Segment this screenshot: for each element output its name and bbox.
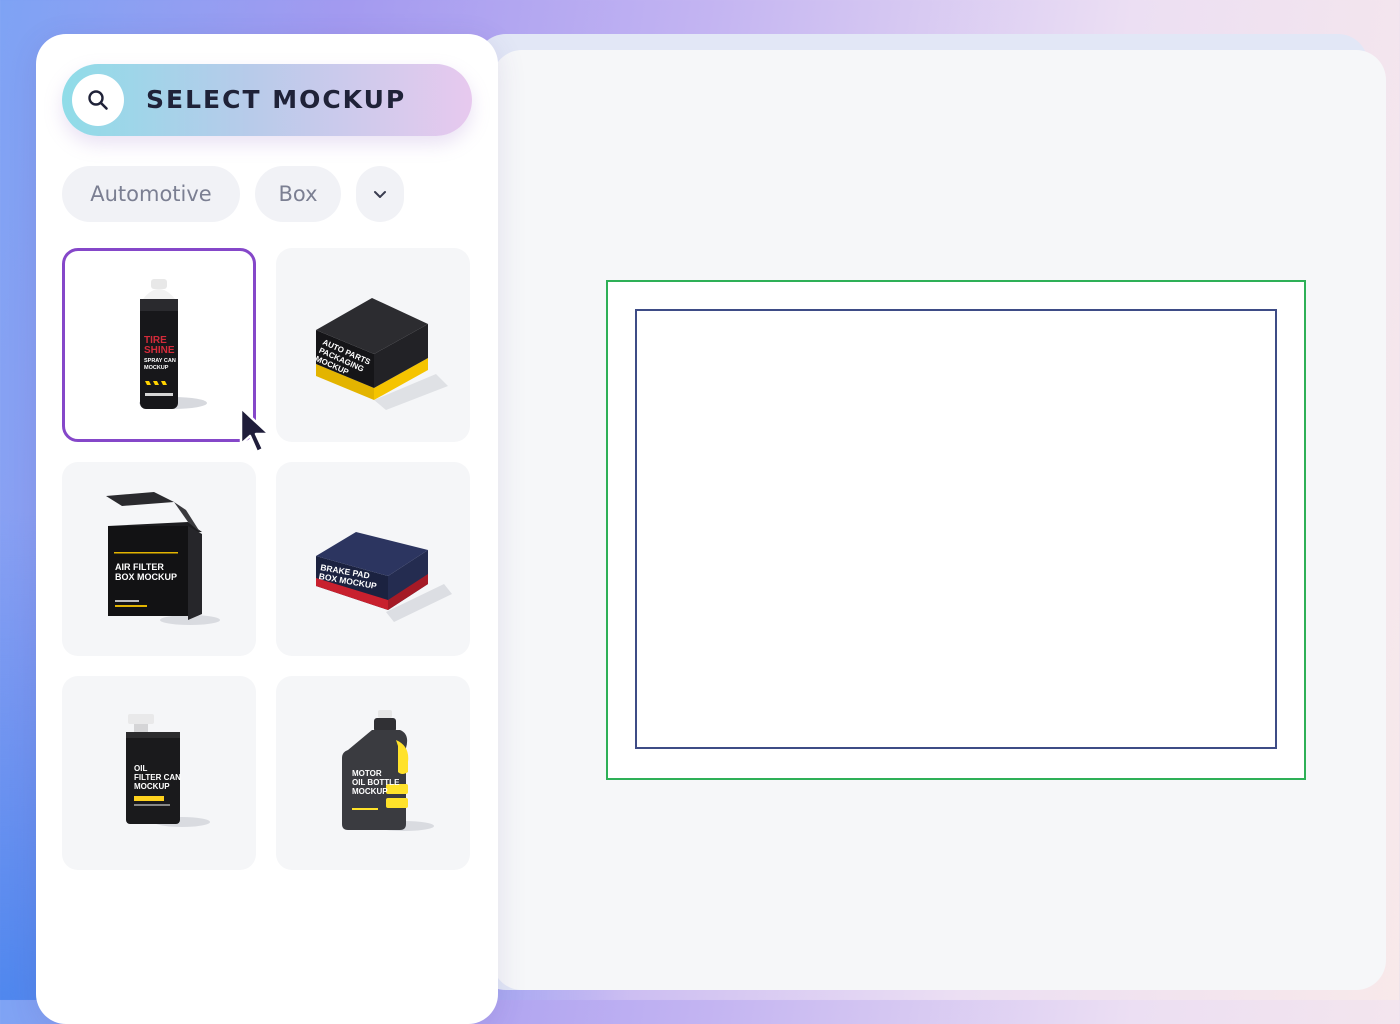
- air-filter-box-line-2: BOX MOCKUP: [115, 572, 177, 582]
- filter-chip-box[interactable]: Box: [255, 166, 341, 222]
- mouse-pointer-icon: [239, 406, 271, 454]
- mockup-tile-air-filter-box[interactable]: AIR FILTER BOX MOCKUP: [62, 462, 256, 656]
- search-icon-circle: [72, 74, 124, 126]
- bleed-frame[interactable]: [606, 280, 1306, 780]
- brake-pad-box-image: BRAKE PAD BOX MOCKUP: [316, 532, 452, 622]
- motor-oil-bottle-line-1: MOTOR: [352, 769, 382, 778]
- motor-oil-bottle-line-2: OIL BOTTLE: [352, 778, 400, 787]
- filter-chip-automotive[interactable]: Automotive: [62, 166, 240, 222]
- select-mockup-label: SELECT MOCKUP: [146, 85, 407, 114]
- mockup-tile-brake-pad-box[interactable]: BRAKE PAD BOX MOCKUP: [276, 462, 470, 656]
- oil-filter-can-line-3: MOCKUP: [134, 782, 170, 791]
- mockup-tile-auto-parts-packaging-box[interactable]: AUTO PARTS PACKAGING MOCKUP: [276, 248, 470, 442]
- mockup-sidebar: SELECT MOCKUP Automotive Box TIRE SHINE …: [36, 34, 498, 1024]
- oil-filter-can-line-2: FILTER CAN: [134, 773, 181, 782]
- motor-oil-bottle-line-3: MOCKUP: [352, 787, 388, 796]
- mockup-tile-oil-filter-can[interactable]: OIL FILTER CAN MOCKUP: [62, 676, 256, 870]
- air-filter-box-line-1: AIR FILTER: [115, 562, 164, 572]
- print-area-frame[interactable]: [635, 309, 1277, 749]
- spray-can-title-line-2: SHINE: [144, 345, 175, 356]
- spray-can-subtitle-line-1: SPRAY CAN: [144, 358, 176, 364]
- search-icon: [88, 90, 108, 110]
- motor-oil-bottle-image: MOTOR OIL BOTTLE MOCKUP: [342, 710, 434, 831]
- more-filters-button[interactable]: [356, 166, 404, 222]
- mockup-tile-tire-shine-spray-can[interactable]: TIRE SHINE SPRAY CAN MOCKUP: [62, 248, 256, 442]
- oil-filter-can-line-1: OIL: [134, 764, 147, 773]
- auto-parts-box-image: AUTO PARTS PACKAGING MOCKUP: [314, 298, 448, 410]
- air-filter-box-image: AIR FILTER BOX MOCKUP: [106, 492, 220, 625]
- mockup-tile-motor-oil-bottle[interactable]: MOTOR OIL BOTTLE MOCKUP: [276, 676, 470, 870]
- canvas-panel: [492, 50, 1386, 990]
- oil-filter-can-image: OIL FILTER CAN MOCKUP: [126, 714, 210, 827]
- spray-can-image: TIRE SHINE SPRAY CAN MOCKUP: [139, 279, 207, 409]
- spray-can-subtitle-line-2: MOCKUP: [144, 365, 169, 371]
- select-mockup-button[interactable]: SELECT MOCKUP: [62, 64, 472, 136]
- chevron-down-icon: [374, 191, 386, 198]
